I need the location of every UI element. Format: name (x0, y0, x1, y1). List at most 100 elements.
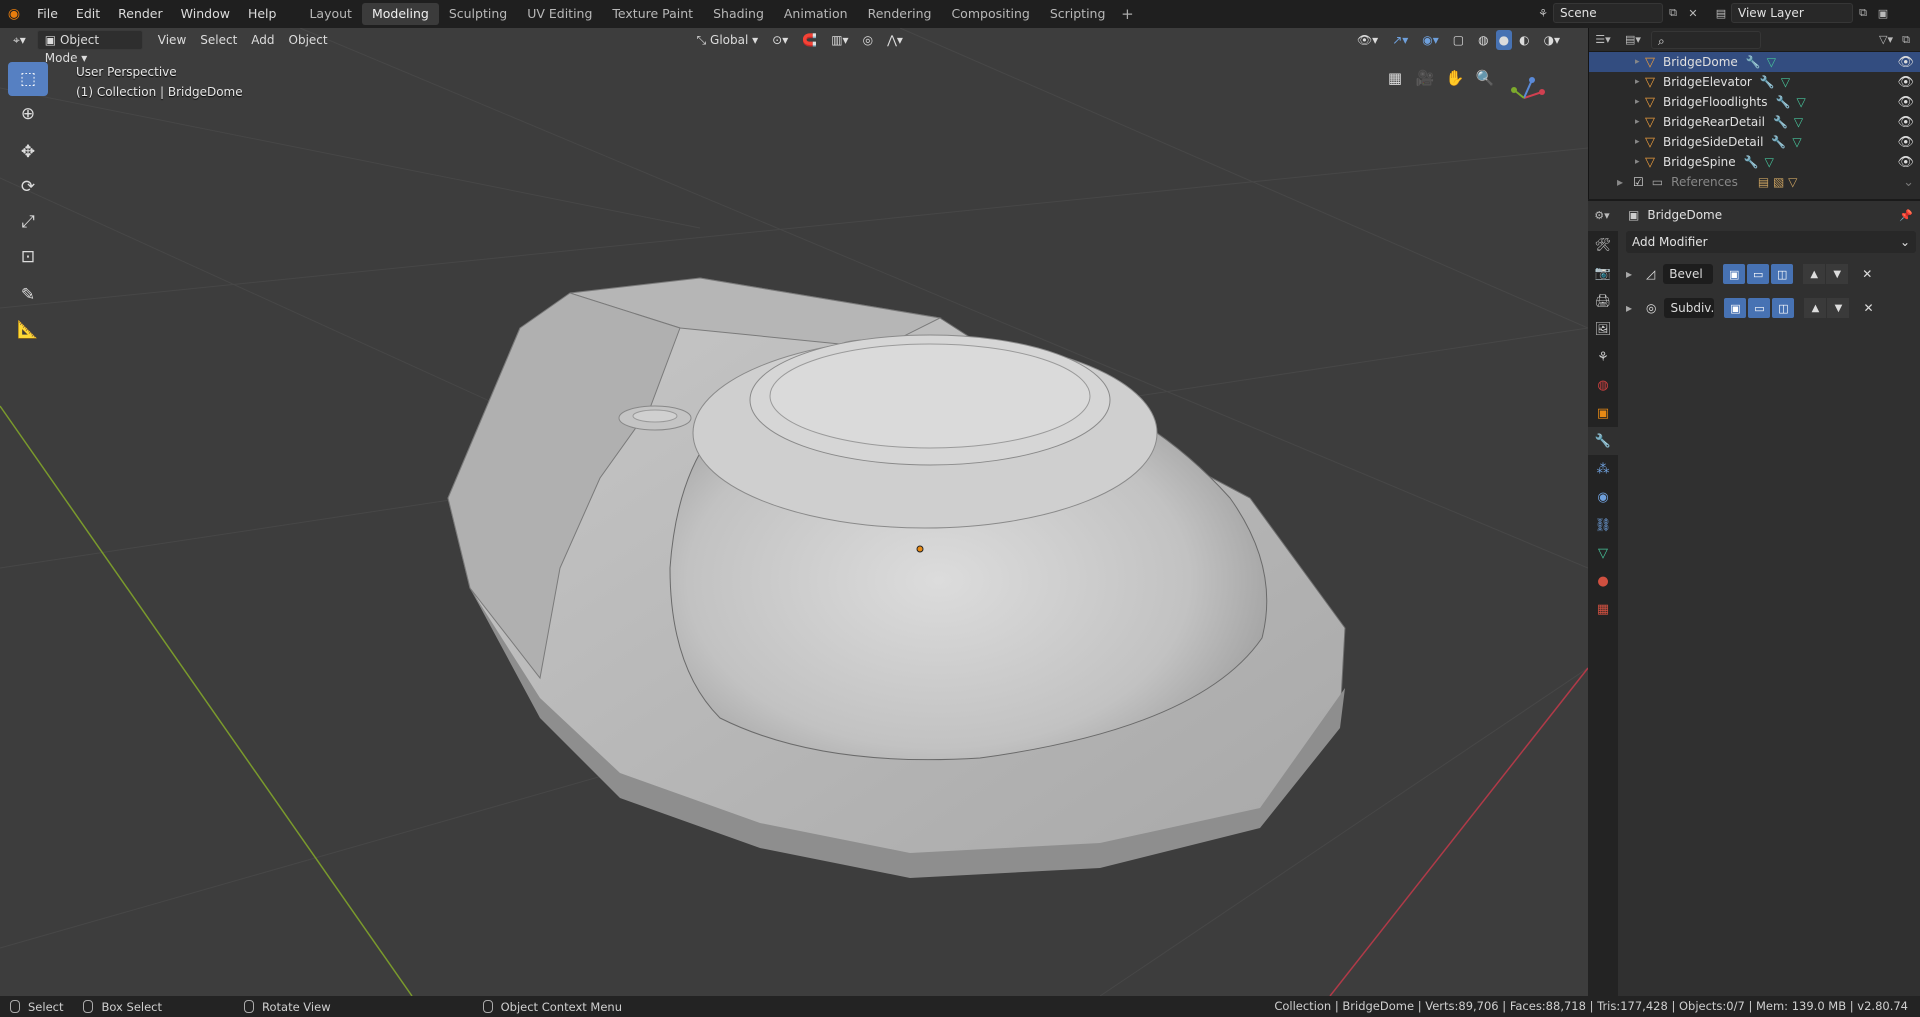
object-tab-icon[interactable]: ▣ (1588, 399, 1618, 427)
new-scene-icon[interactable]: ⧉ (1663, 3, 1683, 23)
texture-tab-icon[interactable]: ▦ (1588, 595, 1618, 623)
expand-icon[interactable]: ▸ (1635, 157, 1640, 167)
expand-icon[interactable]: ▸ (1635, 57, 1640, 67)
new-collection-icon[interactable]: ⧉ (1896, 30, 1916, 50)
add-modifier-dropdown[interactable]: Add Modifier ⌄ (1626, 231, 1916, 253)
view-layer-icon[interactable]: ▤ (1711, 3, 1731, 23)
gizmo-icon[interactable]: ↗▾ (1385, 30, 1415, 50)
new-view-layer-icon[interactable]: ⧉ (1853, 3, 1873, 23)
visibility-eye-icon[interactable]: 👁 (1897, 55, 1914, 70)
tab-sculpting[interactable]: Sculpting (439, 3, 517, 25)
falloff-icon[interactable]: ⋀▾ (880, 30, 910, 50)
menu-object[interactable]: Object (282, 30, 335, 50)
render-toggle-icon[interactable]: ◫ (1772, 298, 1795, 318)
move-tool-icon[interactable]: ✥ (8, 135, 48, 169)
overlays-icon[interactable]: ◉▾ (1415, 30, 1446, 50)
outliner-editor-icon[interactable]: ☰▾ (1593, 30, 1613, 50)
properties-editor-icon[interactable]: ⚙▾ (1592, 205, 1612, 225)
collection-chevron-icon[interactable]: ⌄ (1903, 175, 1914, 190)
transform-orientation-dropdown[interactable]: ⤡ Global ▾ (690, 30, 766, 50)
display-mode-icon[interactable]: ▤▾ (1623, 30, 1643, 50)
constraints-tab-icon[interactable]: ⛓ (1588, 511, 1618, 539)
tool-tab-icon[interactable]: 🛠 (1588, 231, 1618, 259)
realtime-toggle-icon[interactable]: ▭ (1748, 298, 1771, 318)
world-tab-icon[interactable]: ◍ (1588, 371, 1618, 399)
expand-icon[interactable]: ▸ (1635, 137, 1640, 147)
cursor-tool-icon[interactable]: ⊕ (8, 97, 48, 131)
outliner-search-input[interactable]: ⌕ (1651, 30, 1761, 49)
pin-icon[interactable]: 📌 (1896, 205, 1916, 225)
grid-view-icon[interactable]: ▦ (1381, 64, 1409, 92)
outliner-row[interactable]: ▸ ▽ BridgeRearDetail 🔧 ▽ 👁 (1589, 112, 1920, 132)
snap-icon[interactable]: 🧲 (795, 30, 824, 50)
editor-type-icon[interactable]: ⌖▾ (6, 30, 33, 50)
tab-compositing[interactable]: Compositing (941, 3, 1039, 25)
scene-field[interactable]: Scene (1553, 3, 1663, 23)
view-layer-field[interactable]: View Layer (1731, 3, 1853, 23)
transform-tool-icon[interactable]: ⊡ (8, 240, 48, 274)
physics-tab-icon[interactable]: ◉ (1588, 483, 1618, 511)
expand-icon[interactable]: ▸ (1617, 175, 1623, 189)
modifier-name-field[interactable]: Subdiv.. (1664, 298, 1715, 318)
particles-tab-icon[interactable]: ⁂ (1588, 455, 1618, 483)
add-workspace-button[interactable]: + (1115, 5, 1139, 23)
material-tab-icon[interactable]: ● (1588, 567, 1618, 595)
bridge-dome-model[interactable] (447, 277, 1346, 878)
tab-modeling[interactable]: Modeling (361, 3, 439, 25)
visibility-eye-icon[interactable]: 👁 (1897, 135, 1914, 150)
edit-mode-toggle-icon[interactable]: ▣ (1723, 264, 1746, 284)
outliner-collection-row[interactable]: ▸ ☑ ▭ References ▤ ▧ ▽ ⌄ (1589, 172, 1920, 192)
visibility-icon[interactable]: 👁▾ (1350, 30, 1385, 50)
measure-tool-icon[interactable]: 📐 (8, 313, 48, 347)
modifier-name-field[interactable]: Bevel (1663, 264, 1714, 284)
wireframe-shading-icon[interactable]: ◍ (1471, 30, 1495, 50)
rendered-shading-icon[interactable]: ◑▾ (1537, 30, 1568, 50)
move-up-icon[interactable]: ▲ (1803, 264, 1826, 284)
expand-icon[interactable]: ▸ (1635, 117, 1640, 127)
tab-scripting[interactable]: Scripting (1040, 3, 1116, 25)
render-toggle-icon[interactable]: ◫ (1771, 264, 1794, 284)
menu-window[interactable]: Window (172, 0, 239, 28)
proportional-edit-icon[interactable]: ◎ (856, 30, 880, 50)
scene-icon[interactable]: ⚘ (1533, 3, 1553, 23)
realtime-toggle-icon[interactable]: ▭ (1747, 264, 1770, 284)
expand-icon[interactable]: ▸ (1635, 97, 1640, 107)
output-tab-icon[interactable]: 🖨 (1588, 287, 1618, 315)
axis-gizmo[interactable] (1506, 68, 1554, 116)
blender-logo-icon[interactable]: ◉ (0, 0, 28, 28)
annotate-tool-icon[interactable]: ✎ (8, 278, 48, 312)
camera-view-icon[interactable]: 🎥 (1411, 64, 1439, 92)
mesh-data-tab-icon[interactable]: ▽ (1588, 539, 1618, 567)
3d-viewport[interactable]: ⌖▾ ▣ Object Mode ▾ View Select Add Objec… (0, 28, 1588, 996)
tab-uv-editing[interactable]: UV Editing (517, 3, 602, 25)
modifier-tab-icon[interactable]: 🔧 (1588, 427, 1618, 455)
scale-tool-icon[interactable]: ⤢ (8, 205, 48, 239)
outliner-row[interactable]: ▸ ▽ BridgeSideDetail 🔧 ▽ 👁 (1589, 132, 1920, 152)
visibility-eye-icon[interactable]: 👁 (1897, 75, 1914, 90)
remove-modifier-icon[interactable]: ✕ (1862, 267, 1872, 281)
solid-shading-icon[interactable]: ● (1495, 29, 1513, 50)
menu-help[interactable]: Help (239, 0, 286, 28)
visibility-eye-icon[interactable]: 👁 (1897, 115, 1914, 130)
snap-target-icon[interactable]: ▥▾ (824, 30, 855, 50)
delete-scene-icon[interactable]: ✕ (1683, 3, 1703, 23)
view-layer-tab-icon[interactable]: 🖼 (1588, 315, 1618, 343)
expand-icon[interactable]: ▸ (1626, 267, 1640, 281)
select-box-tool-icon[interactable]: ⬚ (8, 62, 48, 96)
outliner-row[interactable]: ▸ ▽ BridgeElevator 🔧 ▽ 👁 (1589, 72, 1920, 92)
render-tab-icon[interactable]: 📷 (1588, 259, 1618, 287)
zoom-icon[interactable]: 🔍 (1471, 64, 1499, 92)
tab-layout[interactable]: Layout (299, 3, 362, 25)
menu-edit[interactable]: Edit (67, 0, 109, 28)
tab-texture-paint[interactable]: Texture Paint (602, 3, 703, 25)
move-down-icon[interactable]: ▼ (1826, 264, 1849, 284)
filter-icon[interactable]: ▽▾ (1876, 30, 1896, 50)
rotate-tool-icon[interactable]: ⟳ (8, 170, 48, 204)
outliner-row[interactable]: ▸ ▽ BridgeSpine 🔧 ▽ 👁 (1589, 152, 1920, 172)
material-shading-icon[interactable]: ◐ (1512, 30, 1536, 50)
menu-file[interactable]: File (28, 0, 67, 28)
scene-tab-icon[interactable]: ⚘ (1588, 343, 1618, 371)
pan-hand-icon[interactable]: ✋ (1441, 64, 1469, 92)
menu-view[interactable]: View (151, 30, 193, 50)
expand-icon[interactable]: ▸ (1635, 77, 1640, 87)
